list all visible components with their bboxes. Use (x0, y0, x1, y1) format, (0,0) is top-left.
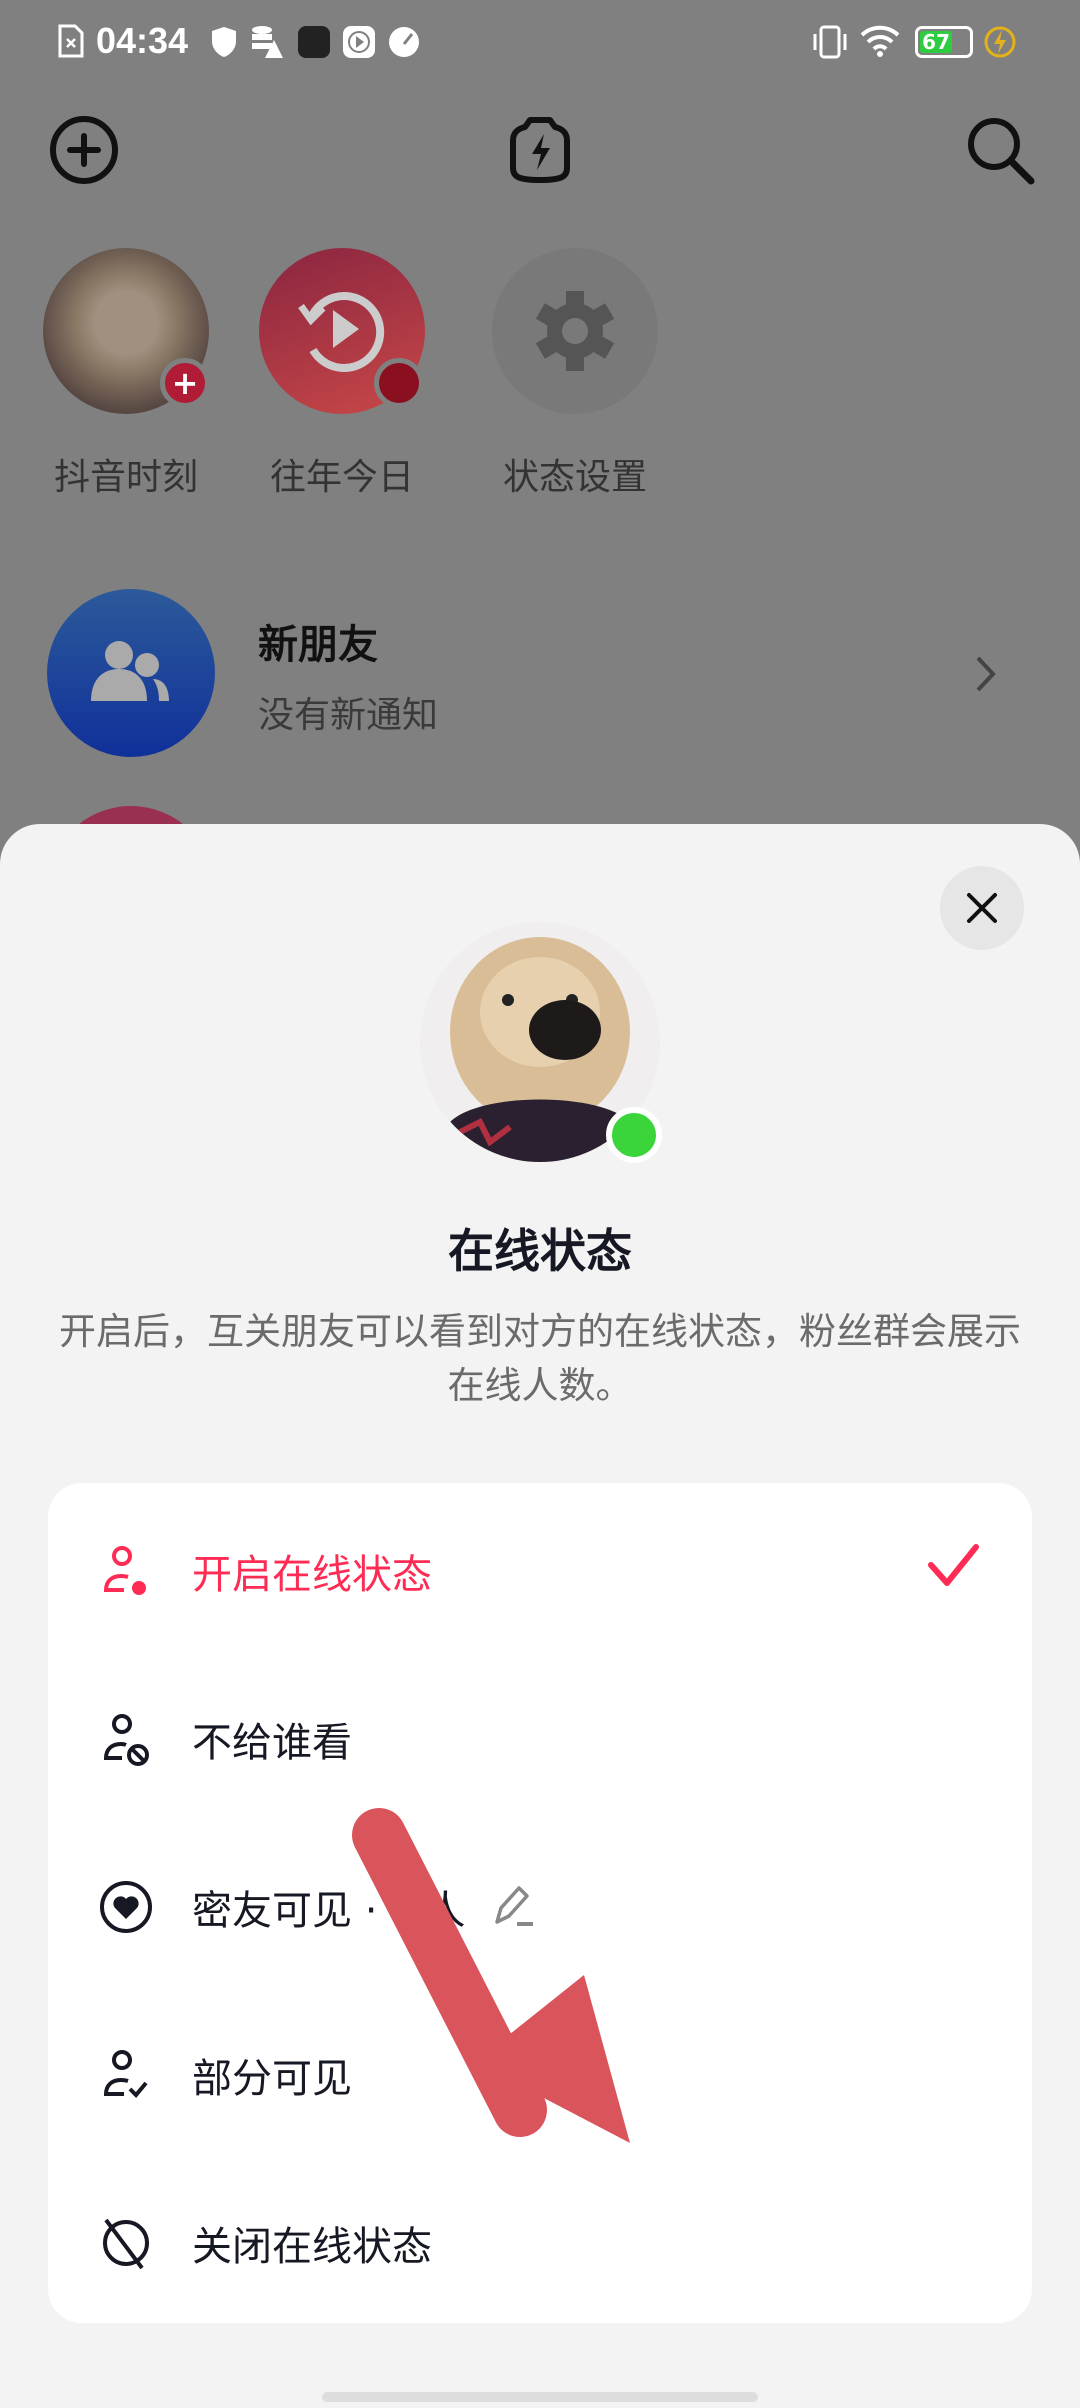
sheet-description: 开启后，互关朋友可以看到对方的在线状态，粉丝群会展示在线人数。 (59, 1310, 1021, 1407)
heart-circle-icon (100, 1881, 152, 1933)
offline-icon (103, 2218, 149, 2270)
sim-x-icon (58, 24, 84, 58)
option-enable-online-status[interactable]: 开启在线状态 (48, 1487, 1032, 1655)
options-list: 开启在线状态 不给谁看 密友可见 · 人 部分可见 关闭在线状态 (48, 1483, 1032, 2323)
chevron-right-icon[interactable] (975, 655, 997, 693)
status-time: 04:34 (96, 20, 189, 61)
gear-icon (535, 291, 615, 371)
close-icon (967, 893, 997, 923)
speed-icon (389, 27, 419, 57)
person-online-icon (103, 1546, 146, 1595)
add-moment-icon[interactable]: + (160, 358, 210, 408)
online-indicator (606, 1107, 662, 1163)
status-bar: 04:34 67 (0, 0, 1080, 84)
battery-level: 67 (920, 31, 953, 53)
person-check-icon (103, 2050, 148, 2098)
shield-icon (212, 27, 236, 57)
option-label-suffix: 人 (425, 1888, 466, 1934)
story-label: 状态设置 (502, 457, 647, 498)
notification-dot (374, 358, 424, 408)
option-label: 开启在线状态 (192, 1552, 432, 1598)
option-label-prefix: 密友可见 · (192, 1888, 378, 1934)
data-warning-icon (252, 26, 283, 58)
new-friends-title: 新朋友 (258, 622, 378, 668)
search-icon[interactable] (962, 112, 1038, 188)
close-button[interactable] (940, 866, 1024, 950)
story-label: 往年今日 (269, 457, 414, 498)
option-label: 部分可见 (192, 2056, 352, 2102)
friends-icon (91, 641, 169, 701)
vibrate-icon (813, 25, 847, 59)
battery-icon: 67 (915, 26, 973, 58)
option-label: 不给谁看 (192, 1720, 352, 1766)
play-icon (343, 26, 375, 58)
option-partially-visible[interactable]: 部分可见 (48, 1991, 1032, 2159)
option-label: 关闭在线状态 (192, 2224, 432, 2270)
story-label: 抖音时刻 (53, 457, 198, 498)
option-disable-online-status[interactable]: 关闭在线状态 (48, 2159, 1032, 2327)
person-block-icon (103, 1714, 149, 1766)
check-icon (928, 1544, 979, 1586)
wifi-icon (860, 25, 900, 57)
sheet-title: 在线状态 (448, 1224, 632, 1278)
home-indicator[interactable] (322, 2392, 758, 2402)
edit-icon[interactable] (489, 1882, 539, 1932)
charging-icon (984, 26, 1016, 58)
option-close-friends[interactable]: 密友可见 · 人 (48, 1823, 1032, 1991)
new-friends-avatar[interactable] (47, 589, 215, 757)
option-hide-from[interactable]: 不给谁看 (48, 1655, 1032, 1823)
story-status-settings[interactable] (492, 248, 658, 414)
add-icon[interactable] (46, 112, 122, 188)
soul-app-icon (298, 26, 330, 58)
new-friends-subtitle: 没有新通知 (258, 695, 439, 736)
flash-camera-icon[interactable] (502, 112, 578, 188)
